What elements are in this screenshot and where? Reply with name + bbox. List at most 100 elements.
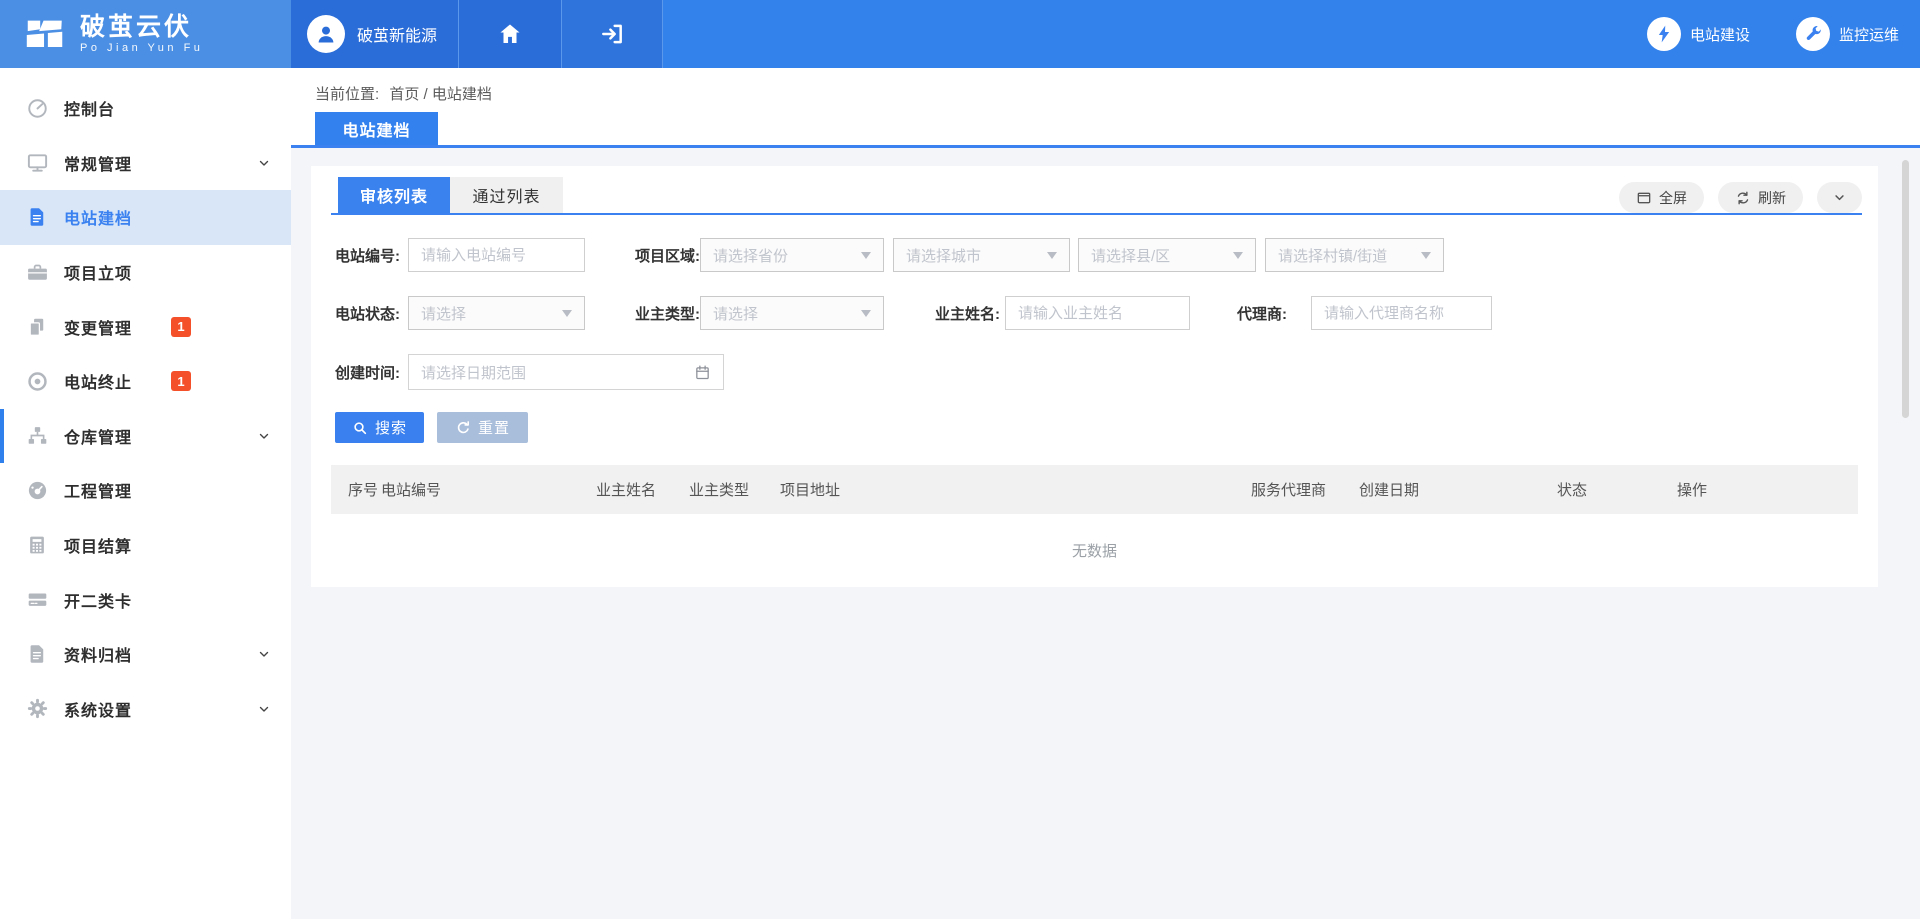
search-button[interactable]: 搜索 — [335, 412, 424, 443]
gear-icon — [24, 697, 50, 720]
user-avatar — [307, 15, 345, 53]
sidebar-item-station-filing[interactable]: 电站建档 — [0, 190, 291, 245]
card-icon — [24, 588, 50, 611]
caret-down-icon — [1421, 252, 1431, 259]
col-status: 状态 — [1557, 465, 1677, 514]
panel-toolbar: 全屏 刷新 — [1619, 179, 1862, 213]
owner-type-select[interactable]: 请选择 — [700, 296, 884, 330]
bolt-icon — [1654, 24, 1674, 44]
current-user[interactable]: 破茧新能源 — [291, 0, 459, 68]
app-header: 破茧云伏 Po Jian Yun Fu 破茧新能源 电站建设 — [0, 0, 1920, 68]
station-status-select[interactable]: 请选择 — [408, 296, 585, 330]
col-actions: 操作 — [1677, 465, 1858, 514]
brand-title: 破茧云伏 — [80, 14, 203, 40]
bolt-icon-wrap — [1647, 17, 1681, 51]
refresh-button[interactable]: 刷新 — [1718, 182, 1803, 213]
chevron-down-icon — [1832, 190, 1847, 205]
city-select[interactable]: 请选择城市 — [893, 238, 1070, 272]
page-tab-station-filing[interactable]: 电站建档 — [315, 112, 438, 145]
county-select[interactable]: 请选择县/区 — [1078, 238, 1256, 272]
fullscreen-icon — [1636, 190, 1652, 206]
home-button[interactable] — [459, 0, 562, 68]
target-icon — [24, 370, 50, 393]
label-created-time: 创建时间: — [335, 355, 400, 389]
sidebar: 控制台 常规管理 电站建档 项目立项 — [0, 68, 291, 919]
nav-station-construction[interactable]: 电站建设 — [1647, 0, 1750, 68]
company-name: 破茧新能源 — [357, 22, 437, 46]
reset-button[interactable]: 重置 — [437, 412, 528, 443]
content-area: 审核列表 通过列表 全屏 刷新 — [291, 151, 1920, 919]
sitemap-icon — [24, 424, 50, 447]
search-icon — [352, 420, 368, 436]
monitor-icon — [24, 151, 50, 174]
badge-count: 1 — [171, 371, 191, 391]
briefcase-icon — [24, 261, 50, 284]
wrench-icon-wrap — [1796, 17, 1830, 51]
tab-review-list[interactable]: 审核列表 — [338, 177, 450, 213]
collapse-button[interactable] — [1817, 182, 1862, 213]
topbar: 当前位置: 首页 / 电站建档 电站建档 — [291, 68, 1920, 148]
nav-label: 监控运维 — [1839, 24, 1899, 45]
sidebar-item-data-archive[interactable]: 资料归档 — [0, 627, 291, 682]
town-select[interactable]: 请选择村镇/街道 — [1265, 238, 1444, 272]
col-created-date: 创建日期 — [1359, 465, 1557, 514]
reset-icon — [455, 420, 471, 436]
date-range-input[interactable]: 请选择日期范围 — [408, 354, 724, 390]
agent-input[interactable] — [1311, 296, 1492, 330]
sidebar-item-warehouse-mgmt[interactable]: 仓库管理 — [0, 409, 291, 464]
archive-icon — [24, 643, 50, 665]
label-owner-type: 业主类型: — [635, 296, 700, 330]
station-no-input[interactable] — [408, 238, 585, 272]
sidebar-item-console[interactable]: 控制台 — [0, 81, 291, 136]
label-owner-name: 业主姓名: — [935, 296, 1000, 330]
col-owner-name: 业主姓名 — [596, 465, 689, 514]
sidebar-item-engineering-mgmt[interactable]: 工程管理 — [0, 463, 291, 518]
brand-logo-icon — [22, 11, 68, 57]
chevron-down-icon — [257, 156, 271, 170]
caret-down-icon — [1233, 252, 1243, 259]
nav-monitoring-ops[interactable]: 监控运维 — [1796, 0, 1899, 68]
tab-passed-list[interactable]: 通过列表 — [450, 177, 563, 213]
owner-name-input[interactable] — [1005, 296, 1190, 330]
chevron-down-icon — [257, 429, 271, 443]
label-station-status: 电站状态: — [335, 296, 400, 330]
empty-state: 无数据 — [331, 514, 1858, 586]
sidebar-item-system-settings[interactable]: 系统设置 — [0, 682, 291, 737]
table-header-row: 序号 电站编号 业主姓名 业主类型 项目地址 服务代理商 创建日期 状态 操作 — [331, 465, 1858, 514]
col-seq: 序号 — [331, 465, 381, 514]
caret-down-icon — [861, 310, 871, 317]
refresh-icon — [1735, 190, 1751, 206]
dashboard-icon — [24, 97, 50, 120]
sidebar-item-project-settlement[interactable]: 项目结算 — [0, 518, 291, 573]
results-table: 序号 电站编号 业主姓名 业主类型 项目地址 服务代理商 创建日期 状态 操作 … — [331, 465, 1858, 586]
logout-button[interactable] — [562, 0, 663, 68]
sidebar-item-general-mgmt[interactable]: 常规管理 — [0, 136, 291, 191]
brand-logo: 破茧云伏 Po Jian Yun Fu — [0, 0, 291, 68]
nav-label: 电站建设 — [1690, 24, 1750, 45]
col-owner-type: 业主类型 — [689, 465, 780, 514]
sidebar-item-open-type2-card[interactable]: 开二类卡 — [0, 572, 291, 627]
calculator-icon — [24, 534, 50, 556]
panel-card: 审核列表 通过列表 全屏 刷新 — [311, 166, 1878, 587]
col-service-agent: 服务代理商 — [1251, 465, 1359, 514]
label-agent: 代理商: — [1237, 296, 1287, 330]
sidebar-item-change-mgmt[interactable]: 变更管理 1 — [0, 299, 291, 354]
brand-subtitle: Po Jian Yun Fu — [80, 42, 203, 54]
file-icon — [24, 206, 50, 228]
label-station-no: 电站编号: — [335, 238, 400, 272]
col-station-no: 电站编号 — [381, 465, 596, 514]
sign-in-icon — [599, 21, 625, 47]
gauge-icon — [24, 479, 50, 502]
page-scrollbar-thumb[interactable] — [1902, 160, 1909, 418]
fullscreen-button[interactable]: 全屏 — [1619, 182, 1704, 213]
chevron-down-icon — [257, 647, 271, 661]
chevron-down-icon — [257, 702, 271, 716]
calendar-icon — [694, 364, 711, 381]
col-project-address: 项目地址 — [780, 465, 1251, 514]
breadcrumb-prefix: 当前位置: — [315, 86, 379, 103]
province-select[interactable]: 请选择省份 — [700, 238, 884, 272]
sidebar-item-station-termination[interactable]: 电站终止 1 — [0, 354, 291, 409]
caret-down-icon — [861, 252, 871, 259]
sidebar-item-project-initiation[interactable]: 项目立项 — [0, 245, 291, 300]
panel-tabs: 审核列表 通过列表 全屏 刷新 — [331, 177, 1862, 215]
